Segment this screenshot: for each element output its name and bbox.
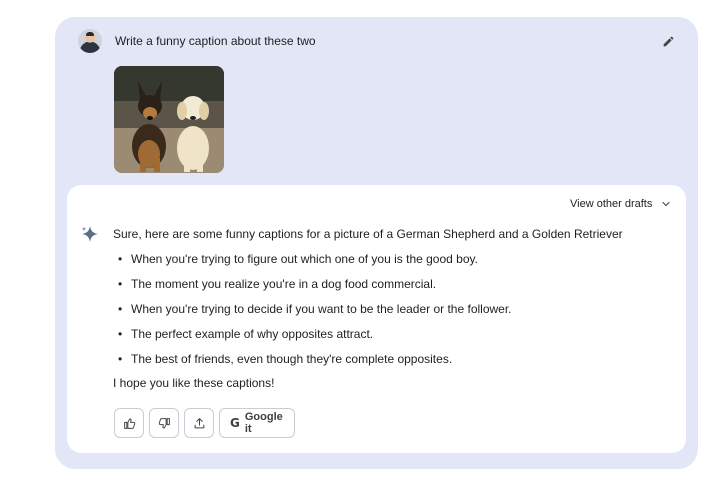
uploaded-dog-photo[interactable]	[114, 66, 224, 173]
response-closing: I hope you like these captions!	[113, 376, 275, 390]
caption-item: The moment you realize you're in a dog f…	[118, 277, 512, 302]
dogs-illustration	[114, 66, 224, 173]
caption-item: When you're trying to figure out which o…	[118, 252, 512, 277]
chevron-down-icon	[662, 201, 670, 207]
user-prompt: Write a funny caption about these two	[115, 34, 316, 48]
caption-item: The perfect example of why opposites att…	[118, 327, 512, 352]
caption-list: When you're trying to figure out which o…	[118, 252, 512, 377]
response-intro: Sure, here are some funny captions for a…	[113, 227, 623, 241]
google-it-label: Google it	[244, 411, 283, 435]
user-avatar	[78, 29, 102, 53]
share-icon	[194, 417, 204, 428]
thumbs-down-icon	[158, 417, 170, 428]
share-button[interactable]	[184, 408, 214, 438]
caption-item: When you're trying to decide if you want…	[118, 302, 512, 327]
thumbs-down-button[interactable]	[149, 408, 179, 438]
edit-prompt-button[interactable]	[660, 33, 676, 49]
thumbs-up-button[interactable]	[114, 408, 144, 438]
google-g-icon: G	[230, 416, 240, 430]
thumbs-up-icon	[123, 418, 135, 429]
caption-item: The best of friends, even though they're…	[118, 352, 512, 377]
view-other-drafts-button[interactable]: View other drafts	[570, 198, 672, 210]
pencil-icon	[663, 36, 673, 46]
drafts-label: View other drafts	[570, 198, 653, 210]
google-it-button[interactable]: G Google it	[219, 408, 295, 438]
sparkle-icon	[81, 226, 98, 242]
